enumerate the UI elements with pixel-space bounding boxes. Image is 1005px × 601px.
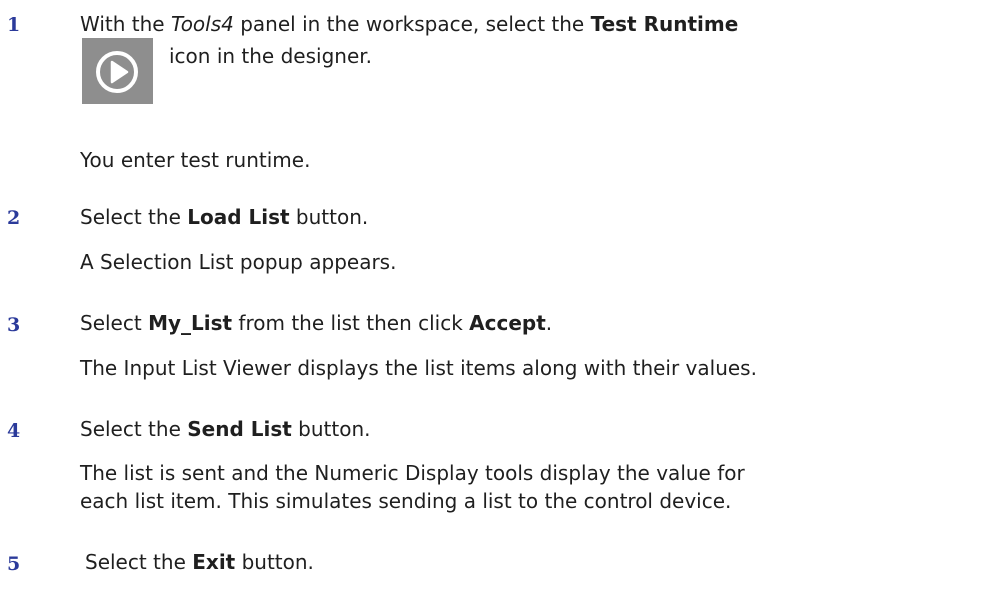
step-3-text-c: . <box>545 311 553 335</box>
step-4-result-line-2: each list item. This simulates sending a… <box>80 489 732 513</box>
step-1-text-b: panel in the workspace, select the <box>233 12 591 36</box>
accept-label: Accept <box>469 311 546 335</box>
step-1-instruction-continued: icon in the designer. <box>169 44 372 68</box>
step-3-result: The Input List Viewer displays the list … <box>80 356 757 380</box>
step-4-result-line-1: The list is sent and the Numeric Display… <box>80 461 745 485</box>
play-circle-icon <box>96 51 138 93</box>
load-list-label: Load List <box>187 205 290 229</box>
send-list-label: Send List <box>187 417 292 441</box>
step-4-instruction: Select the Send List button. <box>80 419 371 439</box>
step-4-text-b: button. <box>291 417 371 441</box>
step-3-number: 3 <box>7 314 21 336</box>
step-1-test-runtime-label: Test Runtime <box>590 12 739 36</box>
step-5-instruction: Select the Exit button. <box>85 552 314 572</box>
test-runtime-icon-image <box>82 38 153 104</box>
step-3-instruction: Select My_List from the list then click … <box>80 313 552 333</box>
step-5-text-a: Select the <box>85 550 193 574</box>
step-1-panel-name: Tools4 <box>170 12 234 36</box>
step-5-number: 5 <box>7 553 21 575</box>
step-3-text-a: Select <box>80 311 149 335</box>
step-2-text-b: button. <box>289 205 369 229</box>
step-2-result: A Selection List popup appears. <box>80 250 397 274</box>
step-2-number: 2 <box>7 207 21 229</box>
step-5-text-b: button. <box>235 550 314 574</box>
step-3-text-b: from the list then click <box>232 311 470 335</box>
step-1-text-a: With the <box>80 12 171 36</box>
step-2-text-a: Select the <box>80 205 188 229</box>
exit-label: Exit <box>192 550 236 574</box>
step-4-text-a: Select the <box>80 417 188 441</box>
step-2-instruction: Select the Load List button. <box>80 207 368 227</box>
step-4-number: 4 <box>7 420 21 442</box>
my-list-label: My_List <box>148 311 233 335</box>
step-1-result: You enter test runtime. <box>80 148 311 172</box>
step-1-number: 1 <box>7 14 21 36</box>
step-1-instruction: With the Tools4 panel in the workspace, … <box>80 14 738 34</box>
